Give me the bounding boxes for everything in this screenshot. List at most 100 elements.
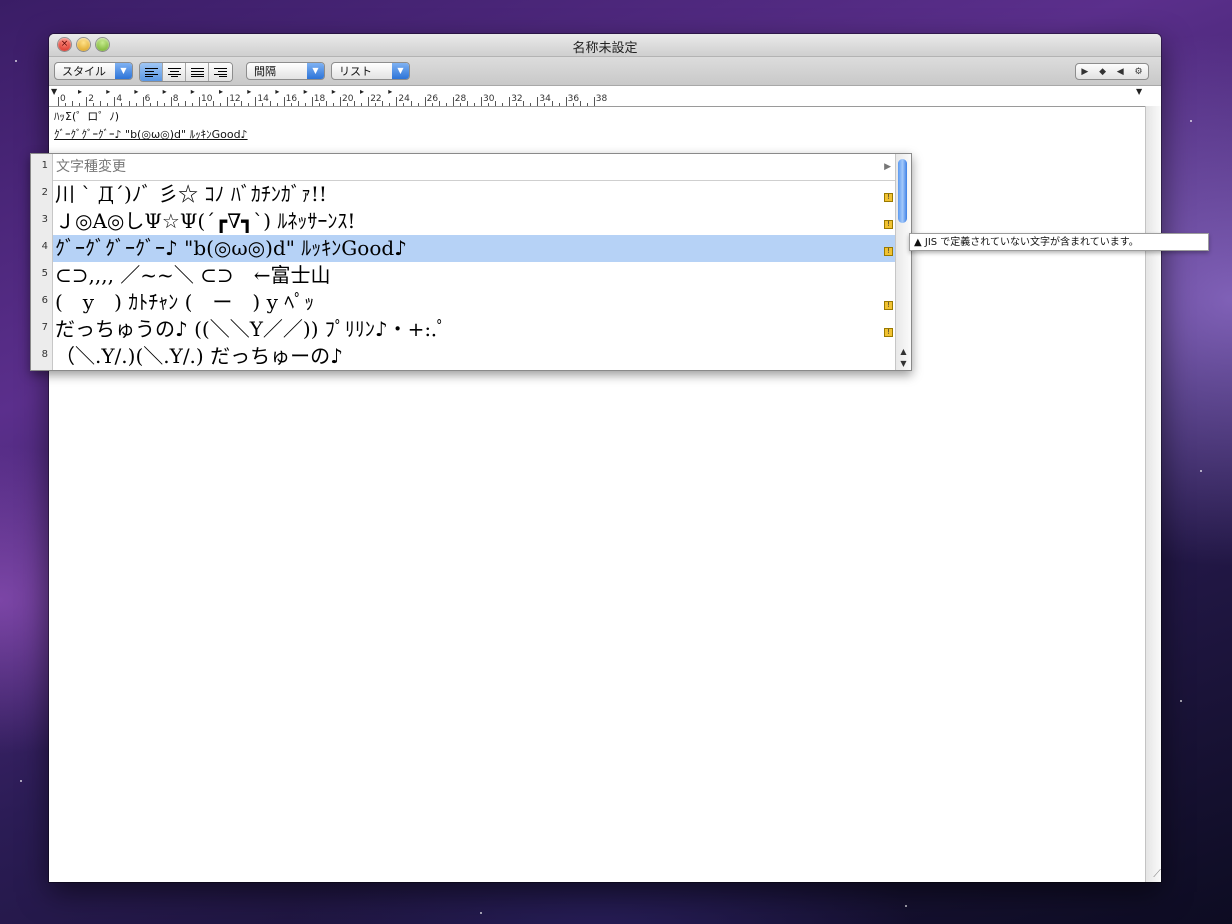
- tab-stop-icon[interactable]: ▸: [304, 87, 308, 96]
- candidate-text: （＼.Y/.)(＼.Y/.) だっちゅーの♪: [55, 344, 343, 368]
- ruler-major-tick: [283, 97, 285, 106]
- ruler-minor-tick: [107, 103, 109, 106]
- ruler-label: 38: [595, 94, 608, 104]
- ruler-minor-tick: [93, 103, 95, 106]
- popup-arrow-icon: ▼: [115, 63, 132, 79]
- alignment-control: [139, 62, 233, 82]
- resize-grip-icon[interactable]: ⟋: [1146, 867, 1161, 882]
- scroll-up-icon[interactable]: ▲: [896, 347, 911, 356]
- candidate-number: 7: [41, 322, 48, 333]
- align-center-button[interactable]: [163, 63, 186, 81]
- tab-stop-icon[interactable]: ▸: [275, 87, 279, 96]
- candidate-item[interactable]: ⊂⊃,,,, ／~~＼ ⊂⊃ ←富士山: [53, 262, 895, 289]
- ime-candidate-window: 1 文字種変更 ▶ 2 川 ` Д´)ﾉﾞ 彡☆ ｺﾉ ﾊﾞｶﾁﾝｶﾞｧ!! !…: [30, 153, 912, 371]
- tab-stop-icon[interactable]: ▸: [219, 87, 223, 96]
- tab-stop-icon[interactable]: ▸: [163, 87, 167, 96]
- ruler-major-tick: [481, 97, 482, 106]
- tab-stop-icon[interactable]: ▸: [332, 87, 336, 96]
- warning-icon: !: [884, 220, 893, 229]
- ruler-minor-tick: [354, 101, 356, 106]
- ruler-minor-tick: [473, 103, 475, 106]
- title-bar[interactable]: × 名称未設定: [49, 34, 1161, 57]
- candidate-number: 2: [41, 187, 48, 198]
- ruler-major-tick: [142, 97, 144, 106]
- ruler-minor-tick: [544, 103, 546, 106]
- candidate-item-selected[interactable]: ｸﾞｰｸﾞｸﾞｰｸﾞｰ♪ "b(◎ω◎)d" ﾙｯｷﾝGood♪ !: [53, 235, 895, 262]
- ruler-minor-tick: [459, 103, 461, 106]
- ruler-minor-tick: [121, 103, 123, 106]
- next-icon[interactable]: ▶: [1081, 67, 1088, 77]
- ruler-minor-tick: [445, 103, 447, 106]
- diamond-icon[interactable]: ◆: [1099, 67, 1106, 77]
- tab-stop-icon[interactable]: ▸: [247, 87, 251, 96]
- ruler-minor-tick: [220, 103, 222, 106]
- ruler-minor-tick: [558, 103, 560, 106]
- candidate-number: 4: [41, 241, 48, 252]
- candidate-scroll-thumb[interactable]: [898, 159, 907, 223]
- spacing-popup[interactable]: 間隔 ▼: [246, 62, 325, 80]
- align-right-button[interactable]: [209, 63, 232, 81]
- candidate-number: 6: [41, 295, 48, 306]
- ruler-minor-tick: [191, 103, 193, 106]
- list-popup[interactable]: リスト ▼: [331, 62, 410, 80]
- left-indent-marker-icon[interactable]: ▼: [51, 87, 57, 96]
- ruler-minor-tick: [128, 101, 130, 106]
- ruler-minor-tick: [523, 101, 525, 106]
- list-popup-label: リスト: [339, 65, 372, 78]
- candidate-item[interactable]: （＼.Y/.)(＼.Y/.) だっちゅーの♪: [53, 343, 895, 370]
- tab-stop-icon[interactable]: ▸: [134, 87, 138, 96]
- ruler-minor-tick: [389, 103, 391, 106]
- candidate-scrollbar[interactable]: ▲ ▼: [895, 154, 911, 370]
- style-popup[interactable]: スタイル ▼: [54, 62, 133, 80]
- align-justify-button[interactable]: [186, 63, 209, 81]
- tab-stop-icon[interactable]: ▸: [388, 87, 392, 96]
- ruler-major-tick: [537, 97, 539, 106]
- tab-stop-icon[interactable]: ▸: [191, 87, 195, 96]
- tab-stop-icon[interactable]: ▸: [360, 87, 364, 96]
- ruler-minor-tick: [466, 101, 468, 106]
- candidate-item[interactable]: ( y ) ｶﾄﾁｬﾝ ( ー ) y ﾍﾟｯ !: [53, 289, 895, 316]
- ruler-major-tick: [114, 97, 116, 106]
- ruler-minor-tick: [347, 103, 349, 106]
- star: [20, 780, 22, 782]
- popup-arrow-icon: ▼: [307, 63, 324, 79]
- candidate-header[interactable]: 文字種変更 ▶: [53, 154, 895, 181]
- warning-icon: !: [884, 247, 893, 256]
- ruler-major-tick: [368, 97, 370, 106]
- tab-stop-icon[interactable]: ▸: [78, 87, 82, 96]
- scroll-down-icon[interactable]: ▼: [896, 359, 911, 368]
- ruler-nav-control: ▶ ◆ ◀ ⚙: [1075, 63, 1149, 80]
- ruler-minor-tick: [276, 103, 278, 106]
- ruler-minor-tick: [410, 101, 412, 106]
- candidate-text: 川 ` Д´)ﾉﾞ 彡☆ ｺﾉ ﾊﾞｶﾁﾝｶﾞｧ!!: [55, 182, 327, 206]
- candidate-item[interactable]: 川 ` Д´)ﾉﾞ 彡☆ ｺﾉ ﾊﾞｶﾁﾝｶﾞｧ!! !: [53, 181, 895, 208]
- warning-icon: !: [884, 193, 893, 202]
- ruler-major-tick: [255, 97, 257, 106]
- ruler-major-tick: [396, 97, 398, 106]
- ruler-major-tick: [227, 97, 229, 106]
- ruler[interactable]: 0 2 4 6 8 10 12 14 16 18 20 22 24 26 28 30 32 34 36 38 ▸ ▸ ▸ ▸ ▸…: [49, 86, 1161, 107]
- ruler-minor-tick: [100, 101, 102, 106]
- star: [480, 912, 482, 914]
- ruler-minor-tick: [241, 101, 243, 106]
- gear-icon[interactable]: ⚙: [1135, 67, 1143, 77]
- ruler-minor-tick: [325, 101, 327, 106]
- candidate-text: Ｊ◎A◎しΨ☆Ψ(´┏∇┓`) ﾙﾈｯｻｰﾝｽ!: [55, 209, 356, 233]
- tab-stop-icon[interactable]: ▸: [106, 87, 110, 96]
- document-line-inline-input[interactable]: ｸﾞｰｸﾞｸﾞｰｸﾞｰ♪ "b(◎ω◎)d" ﾙｯｷﾝGood♪: [54, 126, 248, 142]
- candidate-text: ｸﾞｰｸﾞｸﾞｰｸﾞｰ♪ "b(◎ω◎)d" ﾙｯｷﾝGood♪: [55, 236, 407, 260]
- candidate-number: 3: [41, 214, 48, 225]
- document-line[interactable]: ﾊｯΣ(゜ロ゜ﾉ): [54, 108, 119, 124]
- ruler-minor-tick: [156, 101, 158, 106]
- document-scrollbar[interactable]: [1145, 106, 1161, 882]
- ruler-minor-tick: [163, 103, 165, 106]
- align-left-button[interactable]: [140, 63, 163, 81]
- previous-icon[interactable]: ◀: [1117, 67, 1124, 77]
- candidate-item[interactable]: Ｊ◎A◎しΨ☆Ψ(´┏∇┓`) ﾙﾈｯｻｰﾝｽ! !: [53, 208, 895, 235]
- warning-icon: !: [884, 328, 893, 337]
- candidate-header-label: 文字種変更: [56, 159, 126, 175]
- candidate-item[interactable]: だっちゅうの♪ ((＼＼Y／／)) ﾌﾟﾘﾘﾝ♪・+:.ﾟ !: [53, 316, 895, 343]
- ruler-minor-tick: [262, 103, 264, 106]
- ruler-minor-tick: [516, 103, 518, 106]
- right-margin-marker-icon[interactable]: ▼: [1136, 87, 1142, 96]
